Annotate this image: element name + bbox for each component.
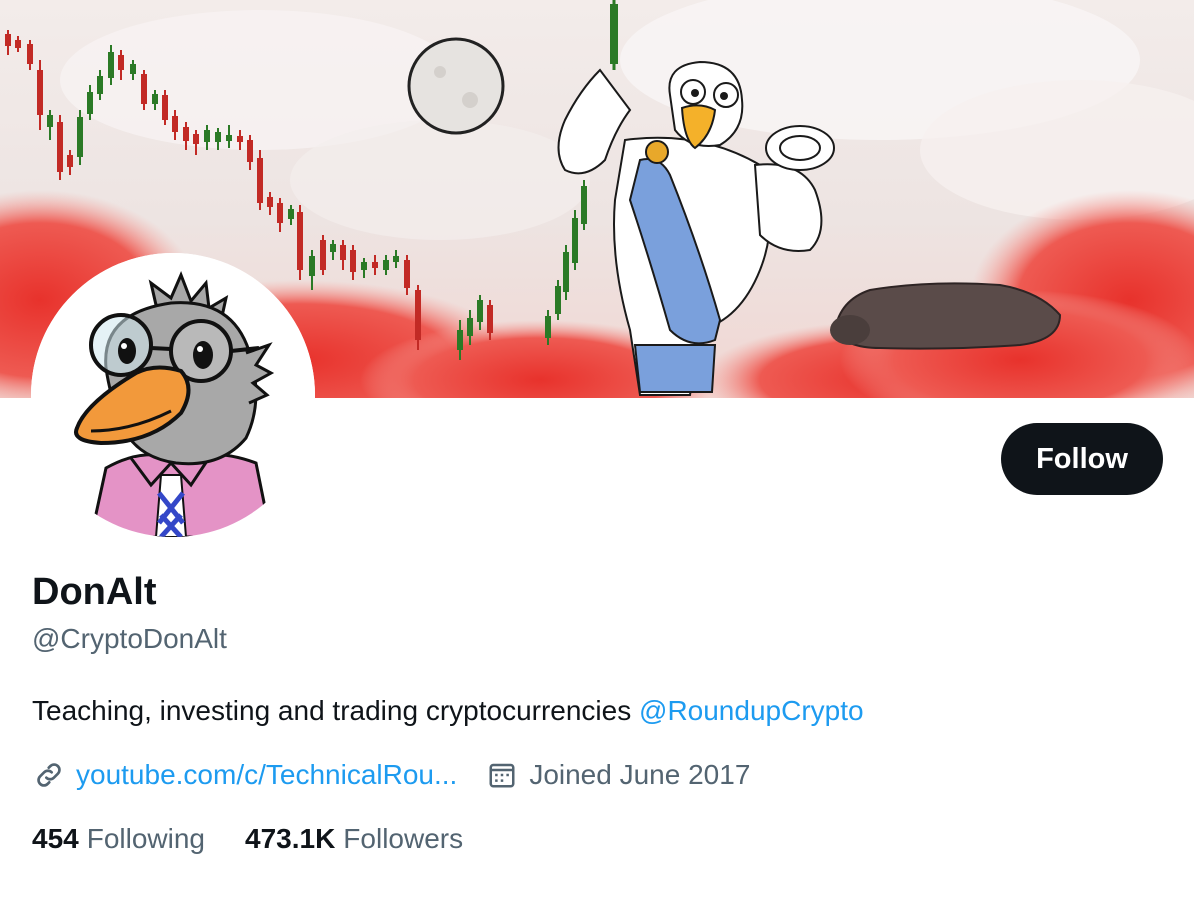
profile-joined: Joined June 2017 (485, 758, 750, 792)
profile-bio: Teaching, investing and trading cryptocu… (32, 694, 864, 728)
profile-avatar[interactable] (31, 253, 315, 537)
profile-display-name: DonAlt (32, 571, 157, 613)
profile-website: youtube.com/c/TechnicalRou... (32, 758, 457, 792)
profile-stats: 454 Following 473.1K Followers (32, 822, 463, 856)
website-link[interactable]: youtube.com/c/TechnicalRou... (76, 758, 457, 792)
followers-label: Followers (343, 823, 464, 854)
joined-date: Joined June 2017 (529, 759, 751, 790)
profile-meta-row: youtube.com/c/TechnicalRou... Joined Jun… (32, 758, 750, 792)
bio-text: Teaching, investing and trading cryptocu… (32, 695, 640, 726)
following-stat[interactable]: 454 Following (32, 822, 205, 856)
following-count: 454 (32, 823, 79, 854)
follow-button[interactable]: Follow (1001, 423, 1163, 495)
followers-stat[interactable]: 473.1K Followers (245, 822, 463, 856)
link-icon (32, 758, 66, 792)
bio-mention-link[interactable]: @RoundupCrypto (639, 695, 864, 726)
followers-count: 473.1K (245, 823, 336, 854)
avatar-image (31, 253, 315, 537)
profile-handle: @CryptoDonAlt (32, 623, 227, 654)
following-label: Following (86, 823, 205, 854)
calendar-icon (485, 758, 519, 792)
